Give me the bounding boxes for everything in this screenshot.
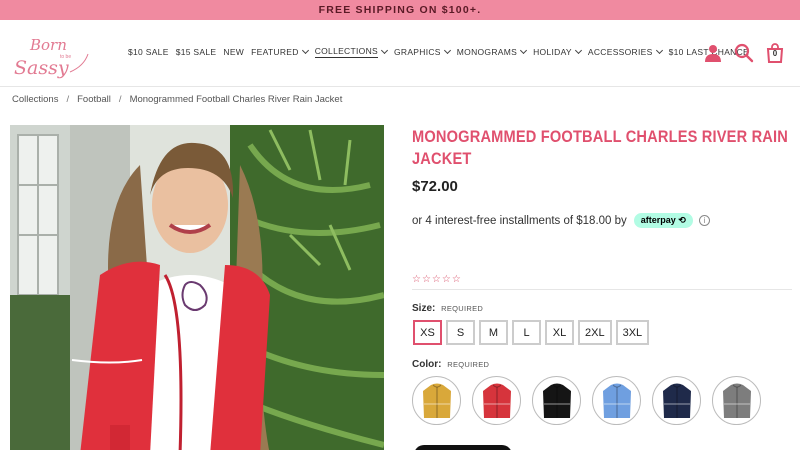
afterpay-label: afterpay [640, 215, 676, 225]
product-image[interactable] [10, 125, 384, 450]
breadcrumb-football[interactable]: Football [77, 94, 111, 105]
color-label: Color: REQUIRED [412, 359, 489, 370]
rating-stars[interactable]: ☆☆☆☆☆ [412, 274, 462, 285]
color-label-text: Color: [412, 359, 442, 370]
chevron-down-icon [574, 46, 582, 55]
installment-text: or 4 interest-free installments of $18.0… [412, 214, 627, 227]
color-swatch[interactable] [592, 376, 641, 425]
size-option-2xl[interactable]: 2XL [578, 320, 612, 345]
color-swatch[interactable] [712, 376, 761, 425]
size-option-xl[interactable]: XL [545, 320, 574, 345]
logo-graphic: Born to be Sassy [14, 36, 89, 79]
info-icon[interactable]: i [698, 215, 710, 226]
promo-text: FREE SHIPPING ON $100+. [318, 4, 482, 16]
nav-item-label: FEATURED [251, 47, 299, 57]
nav-item-new[interactable]: NEW [223, 47, 244, 57]
nav-item-10-sale[interactable]: $10 SALE [128, 47, 169, 57]
chevron-down-icon [301, 46, 309, 55]
nav-item-label: NEW [223, 47, 245, 57]
search-icon[interactable] [733, 42, 755, 64]
jacket-icon [662, 383, 691, 418]
nav-item-label: ACCESSORIES [587, 47, 653, 57]
installment-info: or 4 interest-free installments of $18.0… [412, 213, 710, 228]
nav-item-graphics[interactable]: GRAPHICS [393, 46, 451, 57]
main-nav: $10 SALE $15 SALE NEW FEATURED COLLECTIONS GR… [128, 46, 756, 58]
jacket-icon [602, 383, 631, 418]
size-required: REQUIRED [441, 304, 484, 313]
nav-item-accessories[interactable]: ACCESSORIES [587, 46, 663, 57]
color-swatch[interactable] [652, 376, 701, 425]
afterpay-badge[interactable]: afterpay ⟲ [633, 213, 693, 228]
jacket-icon [422, 383, 451, 418]
breadcrumb-collections[interactable]: Collections [12, 94, 58, 105]
svg-text:Born: Born [29, 36, 67, 54]
size-option-m[interactable]: M [479, 320, 508, 345]
nav-item-featured[interactable]: FEATURED [251, 46, 309, 57]
cart-icon[interactable]: 0 [764, 42, 786, 64]
nav-item-label: HOLIDAY [533, 47, 572, 57]
color-swatch[interactable] [532, 376, 581, 425]
nav-item-holiday[interactable]: HOLIDAY [533, 46, 582, 57]
breadcrumb-current: Monogrammed Football Charles River Rain … [129, 94, 343, 105]
size-label-text: Size: [412, 303, 436, 314]
size-option-s[interactable]: S [446, 320, 475, 345]
cart-count: 0 [772, 49, 778, 58]
account-icon[interactable] [702, 42, 724, 64]
chevron-down-icon [380, 46, 389, 55]
size-option-3xl[interactable]: 3XL [615, 320, 650, 345]
logo[interactable]: Born to be Sassy [10, 28, 92, 80]
nav-item-label: MONOGRAMS [456, 47, 518, 57]
size-options: XS S M L XL 2XL 3XL [413, 320, 653, 345]
size-option-xs[interactable]: XS [413, 320, 442, 345]
chevron-down-icon [443, 46, 451, 55]
color-required: REQUIRED [447, 360, 490, 369]
svg-text:Sassy: Sassy [14, 57, 69, 79]
nav-item-label: COLLECTIONS [314, 46, 378, 58]
breadcrumb: Collections / Football / Monogrammed Foo… [12, 94, 342, 105]
product-details: Monogrammed Football Charles River Rain … [412, 126, 792, 450]
promo-banner: FREE SHIPPING ON $100+. [0, 0, 800, 20]
nav-item-label: GRAPHICS [393, 47, 441, 57]
chevron-down-icon [520, 46, 528, 55]
jacket-icon [542, 383, 571, 418]
nav-item-label: $15 SALE [175, 47, 217, 57]
chevron-down-icon [655, 46, 663, 55]
header-icons: 0 [693, 42, 786, 64]
color-options [412, 376, 772, 425]
site-header: Born to be Sassy $10 SALE $15 SALE NEW FEAT… [0, 20, 800, 87]
jacket-icon [722, 383, 751, 418]
divider [412, 289, 792, 290]
nav-item-collections[interactable]: COLLECTIONS [314, 46, 389, 58]
size-label: Size: REQUIRED [412, 303, 483, 314]
size-option-l[interactable]: L [512, 320, 541, 345]
breadcrumb-separator: / [66, 94, 70, 105]
nav-item-15-sale[interactable]: $15 SALE [176, 47, 217, 57]
product-title: Monogrammed Football Charles River Rain … [412, 127, 788, 168]
add-to-cart-button[interactable] [414, 445, 512, 450]
color-swatch[interactable] [472, 376, 521, 425]
nav-item-label: $10 SALE [128, 47, 169, 57]
jacket-icon [482, 383, 511, 418]
breadcrumb-separator: / [118, 94, 122, 105]
nav-item-monograms[interactable]: MONOGRAMS [456, 46, 528, 57]
color-swatch[interactable] [412, 376, 461, 425]
product-price: $72.00 [412, 178, 458, 195]
